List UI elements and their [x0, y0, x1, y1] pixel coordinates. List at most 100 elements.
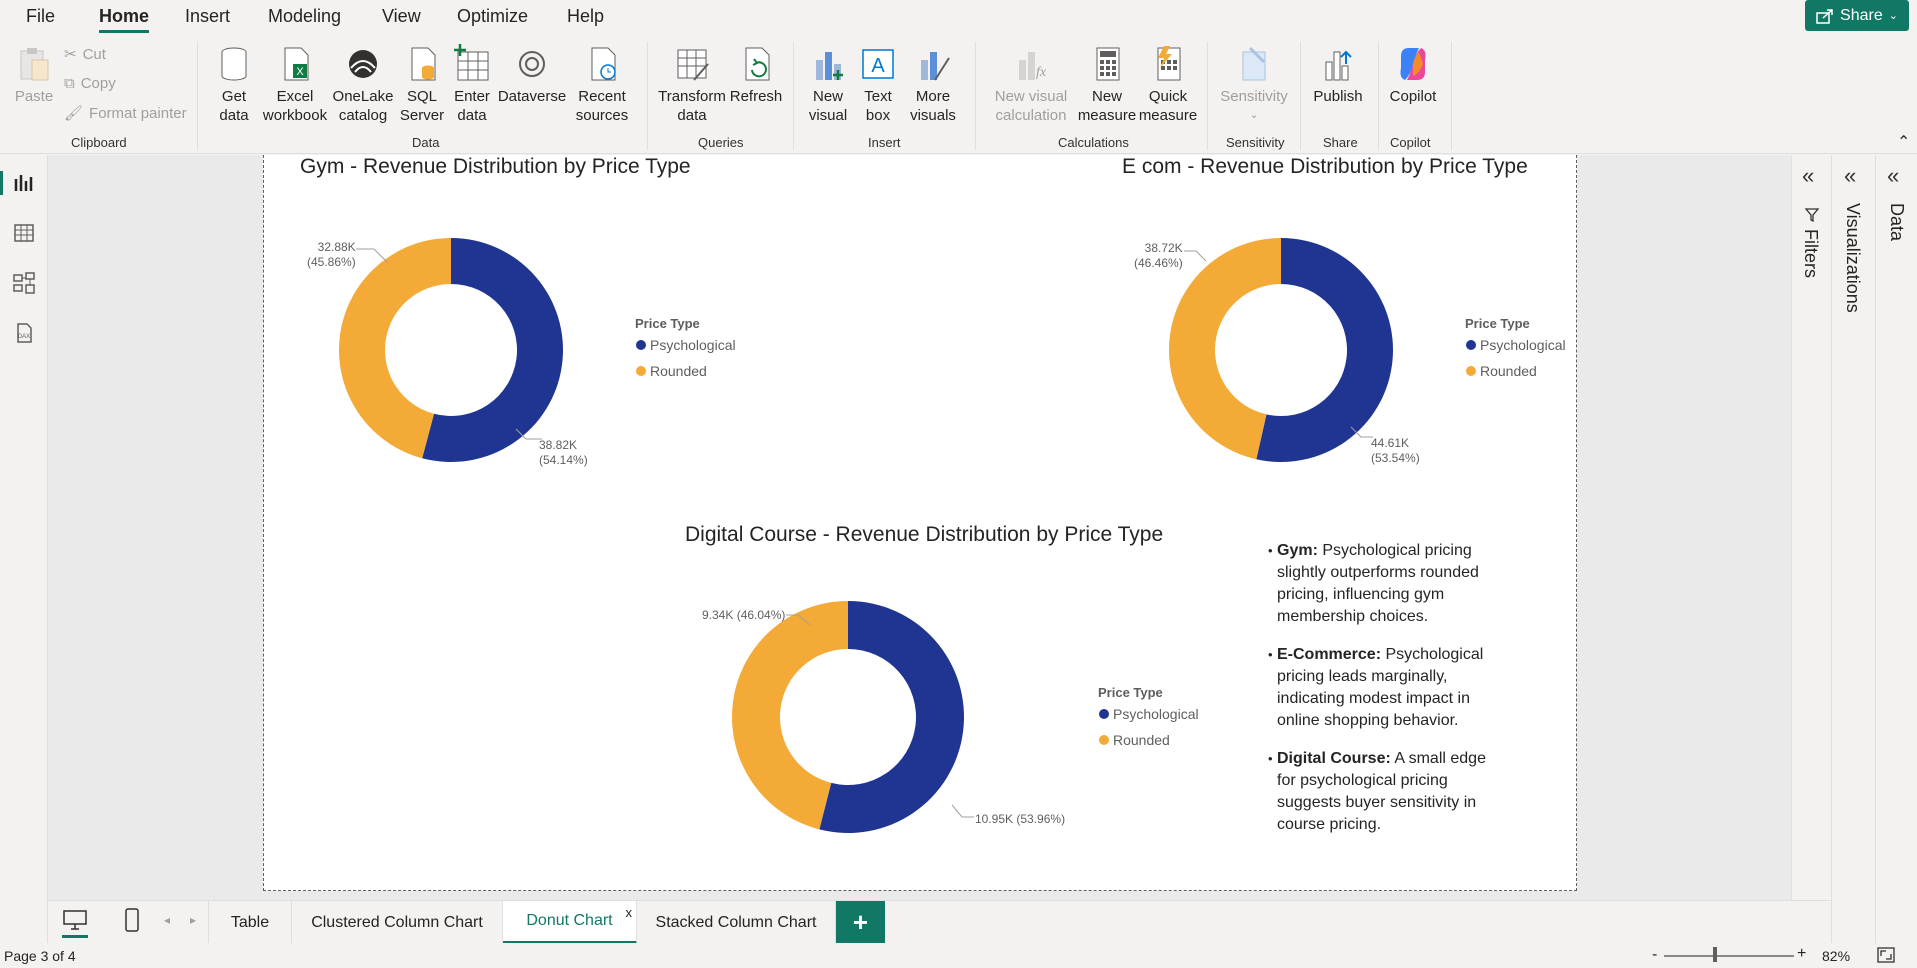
- menu-modeling[interactable]: Modeling: [268, 6, 341, 27]
- divider: [1378, 42, 1379, 150]
- ecom-rounded-leader-line: [1184, 250, 1207, 262]
- text-box-icon: A: [862, 49, 894, 79]
- refresh-button[interactable]: Refresh: [728, 44, 784, 106]
- transform-label-2: data: [677, 107, 707, 124]
- status-bar: Page 3 of 4 - + 82%: [0, 943, 1917, 968]
- copilot-icon: [1400, 48, 1426, 80]
- ecom-legend-psychological[interactable]: Psychological: [1466, 337, 1566, 353]
- gym-psych-value: 38.82K: [539, 438, 578, 452]
- menu-file[interactable]: File: [26, 6, 55, 27]
- gym-legend-psychological[interactable]: Psychological: [636, 337, 736, 353]
- quick-measure-button[interactable]: Quick measure: [1137, 44, 1199, 125]
- expand-visualizations-icon[interactable]: «: [1844, 163, 1856, 189]
- menu-insert[interactable]: Insert: [185, 6, 230, 27]
- transform-icon: [677, 49, 709, 81]
- zoom-slider-track[interactable]: [1664, 955, 1794, 957]
- fit-to-page-icon[interactable]: [1877, 947, 1895, 963]
- enter-data-label-1: Enter: [454, 88, 490, 105]
- ecom-rounded-data-label: 38.72K (46.46%): [1134, 241, 1183, 271]
- tab-clustered-column-chart[interactable]: Clustered Column Chart: [292, 901, 503, 944]
- dax-query-view-icon[interactable]: DAX: [12, 321, 36, 345]
- expand-filters-icon[interactable]: «: [1802, 163, 1814, 189]
- divider: [1300, 42, 1301, 150]
- recent-sources-button[interactable]: Recent sources: [568, 44, 636, 125]
- visualizations-pane-collapsed[interactable]: « Visualizations: [1831, 155, 1875, 943]
- table-view-icon[interactable]: [12, 221, 36, 245]
- tab-label: Clustered Column Chart: [311, 913, 483, 931]
- zoom-in-button[interactable]: +: [1797, 945, 1806, 963]
- copy-button[interactable]: ⧉ Copy: [64, 75, 116, 92]
- model-view-icon[interactable]: [12, 271, 36, 295]
- more-visuals-button[interactable]: More visuals: [903, 44, 963, 125]
- digital-donut-chart[interactable]: [728, 597, 968, 837]
- scroll-left-icon[interactable]: ◂: [164, 913, 170, 927]
- cut-button[interactable]: ✂ Cut: [64, 45, 106, 64]
- zoom-slider-thumb[interactable]: [1713, 947, 1717, 962]
- publish-icon: [1325, 50, 1352, 81]
- svg-text:fx: fx: [1036, 65, 1047, 80]
- insights-text-box[interactable]: Gym: Psychological pricing slightly outp…: [1268, 540, 1508, 852]
- sensitivity-button[interactable]: Sensitivity ⌄: [1217, 44, 1291, 125]
- expand-data-icon[interactable]: «: [1887, 163, 1899, 189]
- dataverse-button[interactable]: Dataverse: [498, 44, 566, 106]
- fx-icon: fx: [1019, 52, 1047, 80]
- data-pane-collapsed[interactable]: « Data: [1875, 155, 1917, 943]
- new-measure-button[interactable]: New measure: [1077, 44, 1137, 125]
- gym-psych-percent: (54.14%): [539, 453, 588, 467]
- copilot-button[interactable]: Copilot: [1382, 44, 1444, 106]
- new-visual-calc-label-1: New visual: [994, 88, 1068, 105]
- format-painter-button[interactable]: 🖌 Format painter: [64, 104, 187, 123]
- ecom-rounded-value: 38.72K: [1144, 241, 1183, 255]
- publish-button[interactable]: Publish: [1308, 44, 1368, 106]
- digital-psych-data-label: 10.95K (53.96%): [975, 812, 1066, 826]
- get-data-button[interactable]: Get data: [208, 44, 260, 125]
- report-view-icon[interactable]: [12, 171, 36, 195]
- more-visuals-icon: [921, 52, 950, 81]
- filters-pane-collapsed[interactable]: « Filters: [1791, 155, 1831, 943]
- onelake-icon: [349, 50, 377, 78]
- excel-workbook-button[interactable]: X Excel workbook: [262, 44, 328, 125]
- ecom-legend-rounded[interactable]: Rounded: [1466, 363, 1537, 379]
- transform-data-button[interactable]: Transform data: [656, 44, 728, 125]
- digital-legend-psychological[interactable]: Psychological: [1099, 706, 1199, 722]
- divider: [647, 42, 648, 150]
- legend-marker: [636, 340, 646, 350]
- enter-data-button[interactable]: Enter data: [448, 44, 496, 125]
- close-tab-icon[interactable]: x: [626, 905, 633, 920]
- desktop-layout-icon[interactable]: [62, 909, 88, 931]
- paste-button[interactable]: Paste: [14, 44, 54, 106]
- menu-optimize[interactable]: Optimize: [457, 6, 528, 27]
- mobile-layout-icon[interactable]: [124, 907, 140, 933]
- add-page-button[interactable]: +: [836, 901, 885, 944]
- ecom-psych-percent: (53.54%): [1371, 451, 1420, 465]
- divider: [793, 42, 794, 150]
- text-box-label-2: box: [865, 107, 891, 124]
- digital-legend-rounded[interactable]: Rounded: [1099, 732, 1170, 748]
- tab-table[interactable]: Table: [208, 901, 292, 944]
- tab-donut-chart[interactable]: Donut Chart x: [503, 901, 637, 944]
- menu-view[interactable]: View: [382, 6, 421, 27]
- text-box-button[interactable]: A Text box: [853, 44, 903, 125]
- data-label: Data: [1887, 203, 1907, 242]
- data-group-label: Data: [412, 135, 440, 150]
- menu-help[interactable]: Help: [567, 6, 604, 27]
- onelake-catalog-button[interactable]: OneLake catalog: [330, 44, 396, 125]
- new-visual-label-2: visual: [808, 107, 848, 124]
- scroll-right-icon[interactable]: ▸: [190, 913, 196, 927]
- new-visual-button[interactable]: New visual: [803, 44, 853, 125]
- share-button[interactable]: Share ⌄: [1805, 0, 1909, 31]
- copilot-group-label: Copilot: [1390, 135, 1431, 150]
- dataverse-label: Dataverse: [497, 88, 567, 105]
- insight-digital-course: Digital Course: A small edge for psychol…: [1268, 748, 1508, 836]
- tab-stacked-column-chart[interactable]: Stacked Column Chart: [637, 901, 836, 944]
- sql-server-button[interactable]: SQL Server: [398, 44, 446, 125]
- chevron-down-icon: ⌄: [1888, 10, 1898, 22]
- gym-legend-rounded[interactable]: Rounded: [636, 363, 707, 379]
- zoom-out-button[interactable]: -: [1652, 946, 1657, 964]
- active-view-indicator: [0, 171, 3, 195]
- sql-icon: [411, 47, 436, 81]
- gym-chart-title: Gym - Revenue Distribution by Price Type: [300, 155, 691, 178]
- new-visual-calculation-button[interactable]: fx New visual calculation: [985, 44, 1077, 125]
- menu-home[interactable]: Home: [99, 6, 150, 33]
- collapse-ribbon-icon[interactable]: ⌃: [1897, 132, 1910, 152]
